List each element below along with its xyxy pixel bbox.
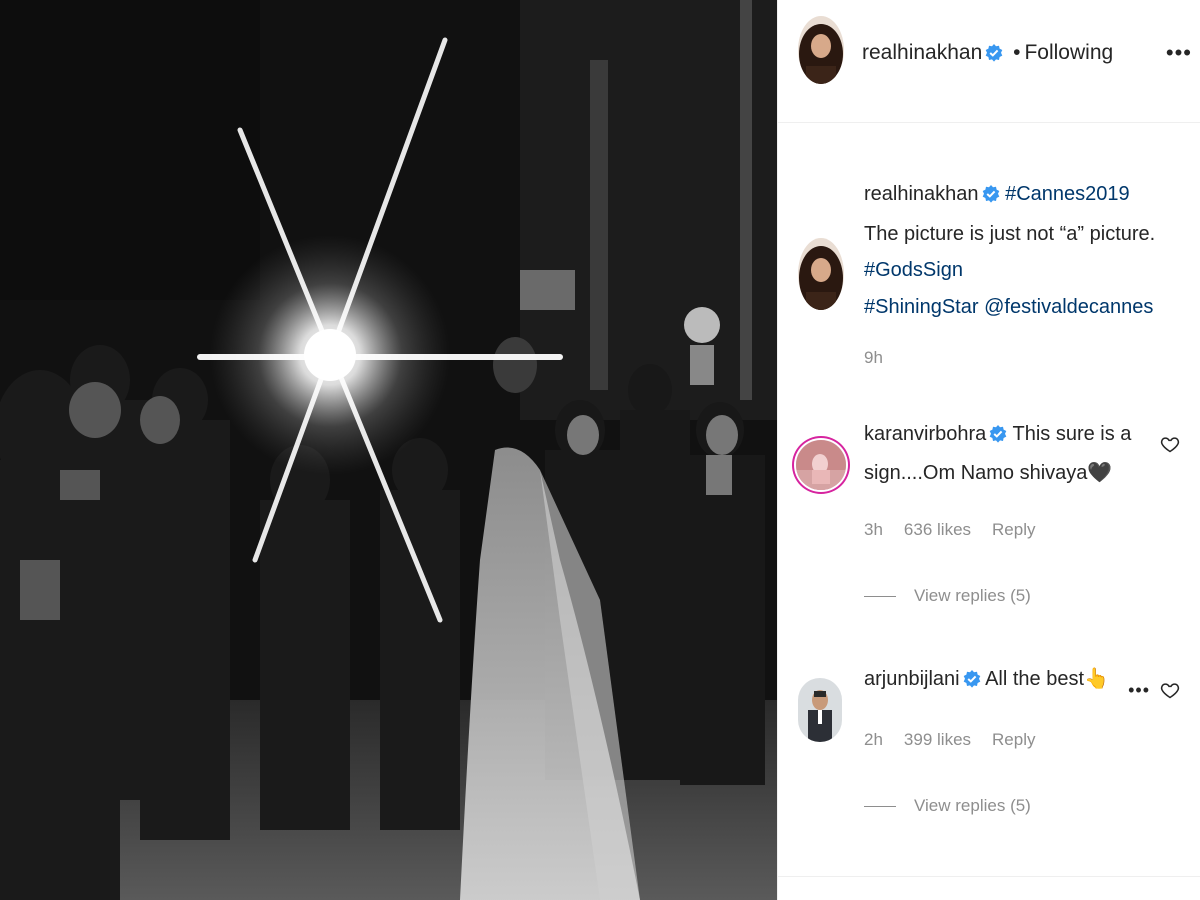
header-identity: realhinakhan • Following (862, 40, 1113, 69)
comment-username[interactable]: arjunbijlani (864, 668, 960, 690)
author-avatar[interactable] (798, 16, 844, 84)
view-replies-button[interactable]: View replies (5) (864, 796, 1031, 816)
header-separator: • (1013, 41, 1021, 64)
comment-timestamp[interactable]: 2h (864, 730, 883, 749)
comment-body: karanvirbohra This sure is a sign....Om … (864, 416, 1134, 491)
comment-text: All the best👆 (985, 668, 1109, 690)
comment-meta: 3h 636 likes Reply (864, 520, 1057, 540)
hashtag-shiningstar[interactable]: #ShiningStar (864, 296, 979, 318)
heart-outline-icon[interactable] (1160, 680, 1180, 705)
view-replies-line (864, 596, 896, 598)
verified-badge-icon (989, 419, 1007, 455)
verified-badge-icon (985, 43, 1003, 69)
comment-body: arjunbijlani All the best👆 (864, 661, 1134, 700)
more-horizontal-icon[interactable]: ••• (1166, 42, 1192, 64)
author-username[interactable]: realhinakhan (862, 41, 982, 64)
view-replies-line (864, 806, 896, 808)
following-button[interactable]: Following (1024, 41, 1113, 64)
post-header: realhinakhan • Following ••• (778, 0, 1200, 123)
verified-badge-icon (982, 179, 1000, 216)
mention-festivaldecannes[interactable]: @festivaldecannes (984, 296, 1153, 318)
post-caption: realhinakhan #Cannes2019 The picture is … (864, 176, 1194, 325)
heart-outline-icon[interactable] (1160, 434, 1180, 459)
comment-username[interactable]: karanvirbohra (864, 423, 986, 445)
comment-likes[interactable]: 636 likes (904, 520, 971, 539)
commenter-avatar-karanvirbohra[interactable] (796, 440, 846, 490)
post-side-panel: realhinakhan • Following ••• realhinakhan… (778, 0, 1200, 900)
commenter-avatar-arjunbijlani[interactable] (798, 678, 842, 742)
comment-more-icon[interactable]: ••• (1128, 680, 1150, 701)
hashtag-cannes2019[interactable]: #Cannes2019 (1005, 183, 1130, 205)
comment-timestamp[interactable]: 3h (864, 520, 883, 539)
view-replies-label: View replies (5) (914, 796, 1031, 815)
comment-meta: 2h 399 likes Reply (864, 730, 1057, 750)
caption-username[interactable]: realhinakhan (864, 183, 979, 205)
caption-line-1: realhinakhan #Cannes2019 (864, 176, 1194, 216)
view-replies-label: View replies (5) (914, 586, 1031, 605)
verified-badge-icon (963, 664, 981, 700)
hashtag-godssign[interactable]: #GodsSign (864, 259, 963, 281)
caption-timestamp[interactable]: 9h (864, 348, 883, 368)
caption-text: The picture is just not “a” picture. (864, 222, 1156, 245)
caption-avatar[interactable] (798, 238, 844, 310)
reply-button[interactable]: Reply (992, 520, 1035, 539)
post-photo[interactable] (0, 0, 777, 900)
comment-likes[interactable]: 399 likes (904, 730, 971, 749)
photo-scene (0, 0, 777, 900)
view-replies-button[interactable]: View replies (5) (864, 586, 1031, 606)
reply-button[interactable]: Reply (992, 730, 1035, 749)
actions-divider (778, 876, 1200, 877)
